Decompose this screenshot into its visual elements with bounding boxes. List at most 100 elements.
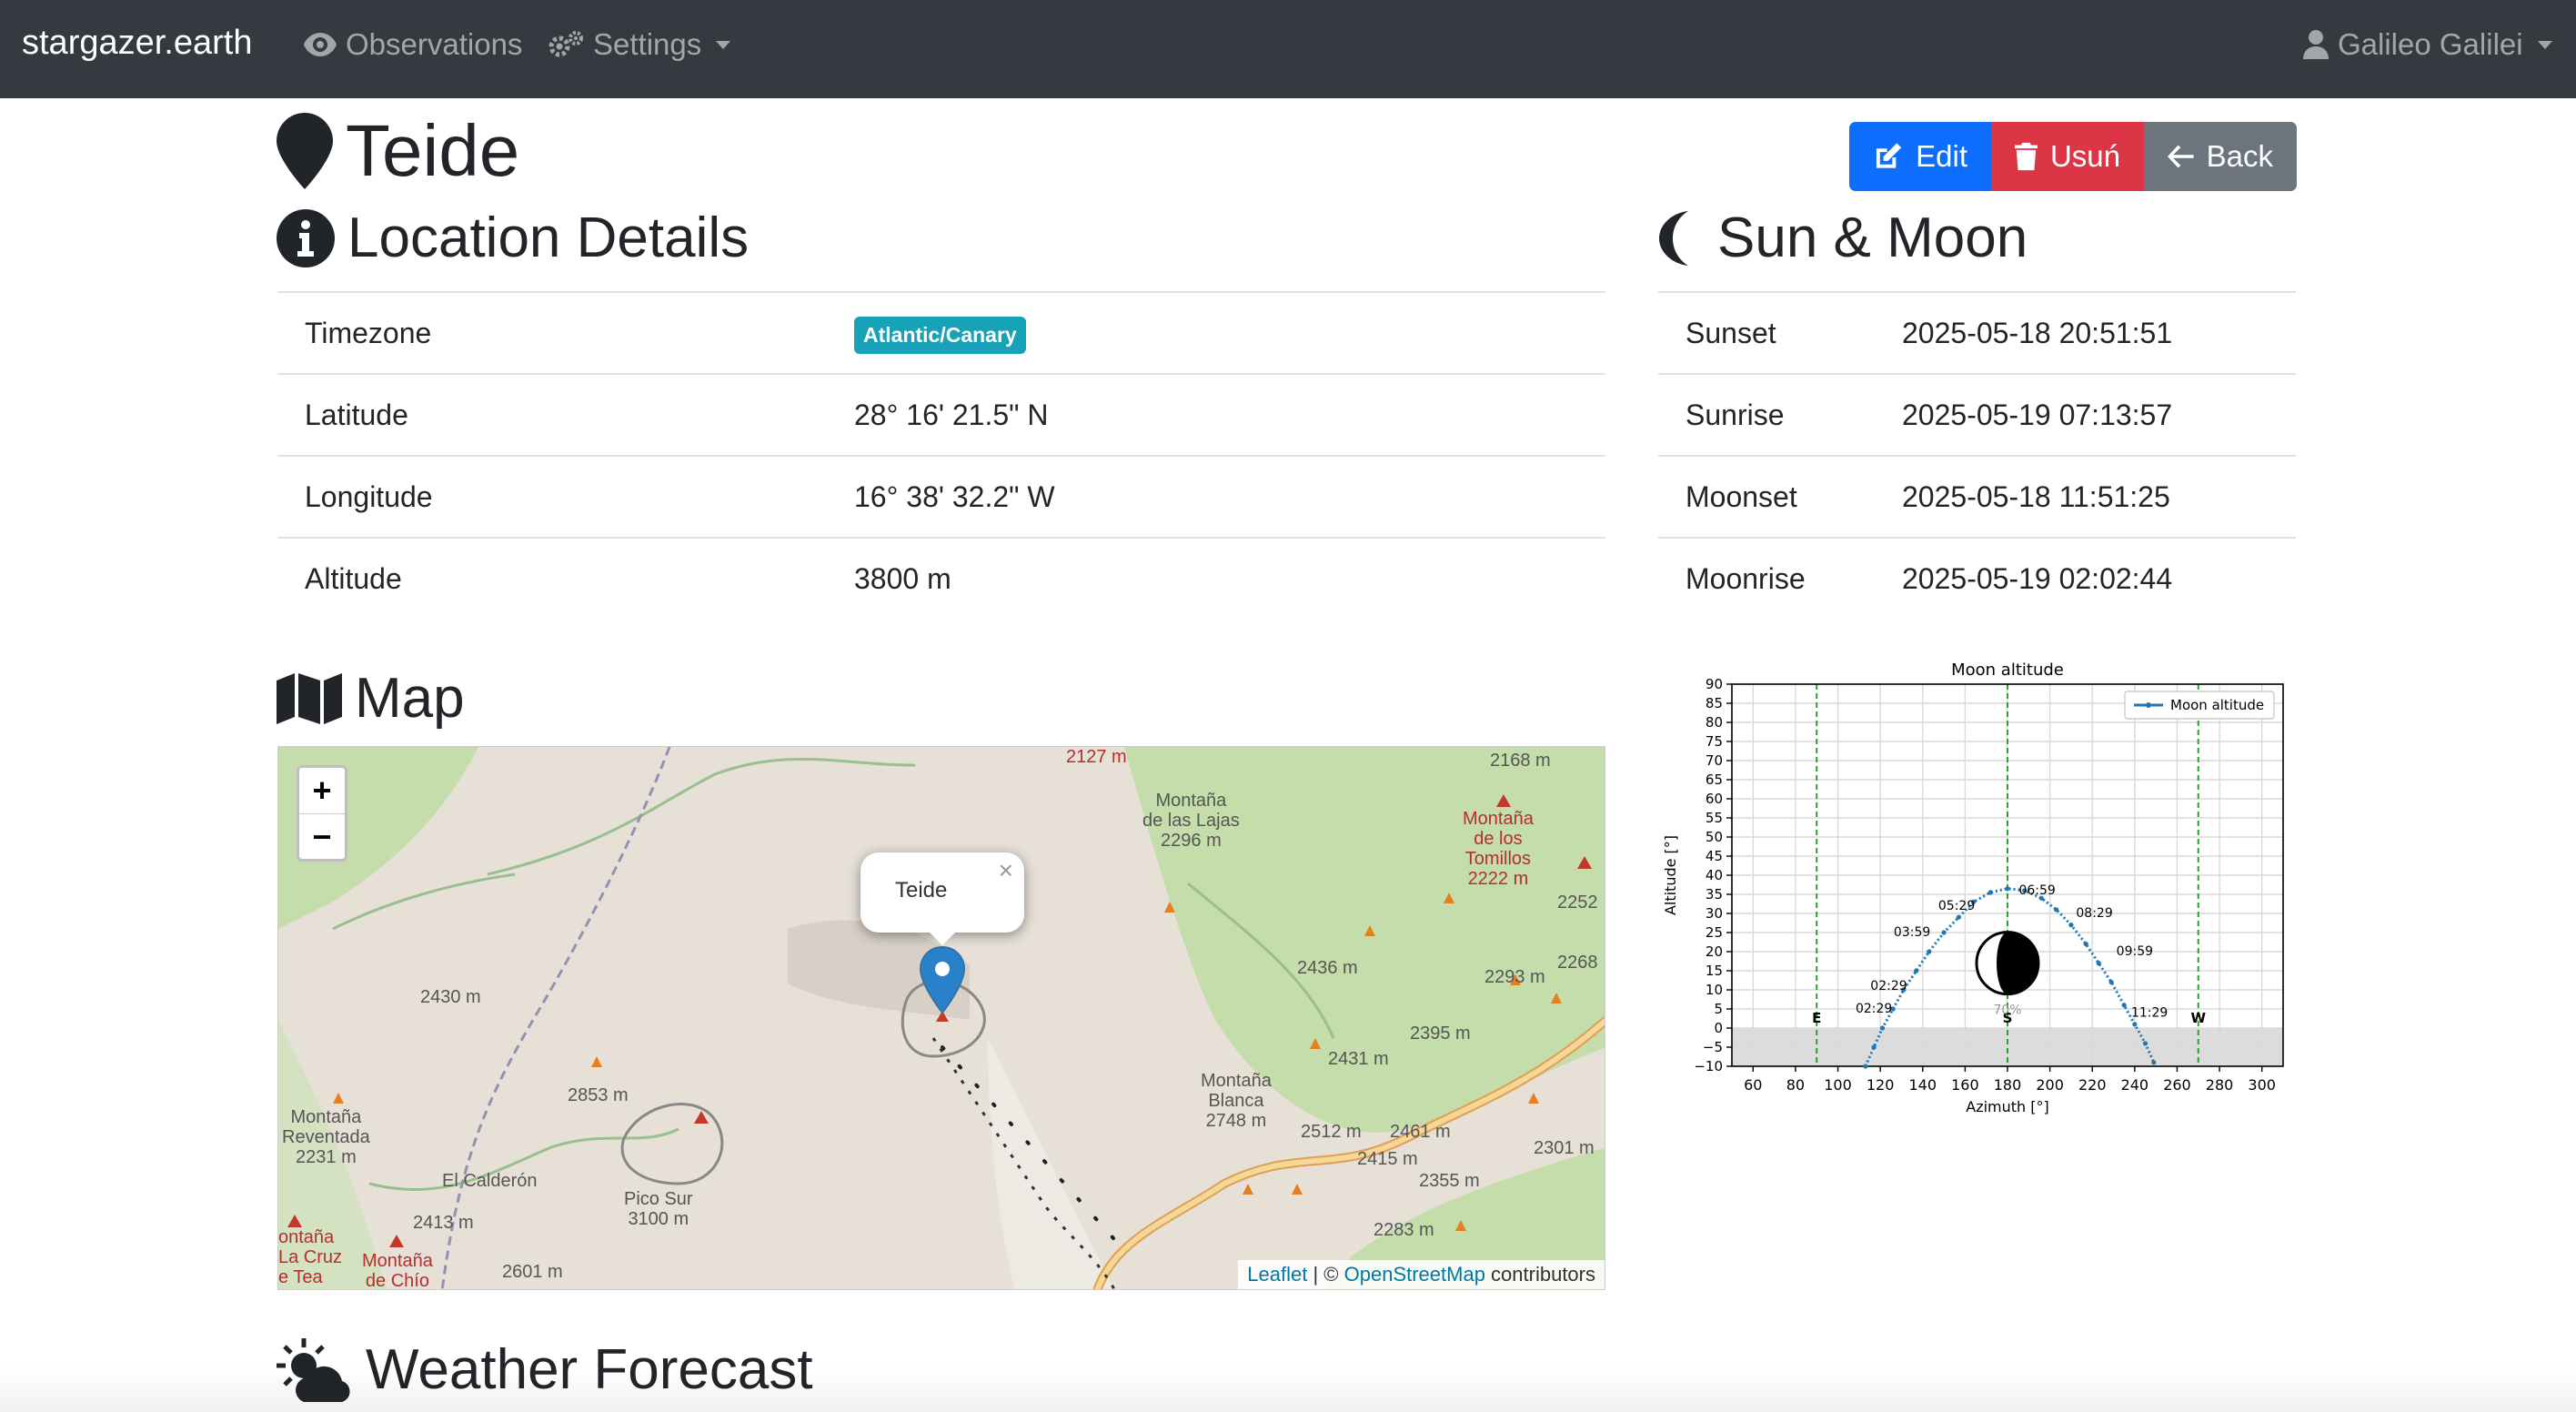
zoom-in-button[interactable]: +	[299, 768, 345, 813]
map-label: ontaña	[278, 1227, 335, 1247]
table-row: Altitude 3800 m	[277, 539, 1605, 620]
table-row: Sunset 2025-05-18 20:51:51	[1658, 293, 2296, 375]
map-label: La Cruz	[278, 1247, 343, 1267]
series-point	[2151, 1060, 2157, 1065]
nav-user-dropdown[interactable]: Galileo Galilei	[2303, 27, 2552, 62]
direction-label: W	[2190, 1010, 2206, 1026]
zoom-out-button[interactable]: −	[299, 813, 345, 859]
sun-moon-table: Sunset 2025-05-18 20:51:51 Sunrise 2025-…	[1658, 291, 2296, 620]
sun-moon-heading-text: Sun & Moon	[1717, 207, 2028, 269]
table-row: Latitude 28° 16' 21.5" N	[277, 375, 1605, 457]
map-label: 2436 m	[1297, 958, 1358, 978]
x-tick-label: 100	[1824, 1076, 1852, 1094]
nav-settings-dropdown[interactable]: Settings	[548, 27, 731, 62]
chart-title: Moon altitude	[1951, 661, 2064, 680]
x-tick-label: 240	[2121, 1076, 2149, 1094]
row-value: 28° 16' 21.5" N	[854, 398, 1049, 431]
y-tick-label: 20	[1706, 943, 1723, 960]
location-details-heading-text: Location Details	[347, 207, 750, 269]
delete-button-label: Usuń	[2049, 139, 2120, 173]
series-point	[1914, 968, 1919, 973]
close-icon[interactable]: ×	[999, 856, 1013, 885]
series-point	[2068, 923, 2074, 928]
time-label: 05:29	[1938, 899, 1975, 913]
time-label: 06:59	[2018, 883, 2055, 898]
series-point	[2005, 886, 2010, 892]
series-point	[1956, 914, 1961, 920]
openstreetmap-link[interactable]: OpenStreetMap	[1344, 1263, 1485, 1286]
action-button-group: Edit Usuń Back	[1849, 122, 2297, 191]
map-label-tomillos: Montaña de los Tomillos 2222 m	[1463, 809, 1534, 889]
row-key: Moonset	[1685, 480, 1797, 513]
row-key: Sunrise	[1685, 398, 1785, 431]
table-row: Sunrise 2025-05-19 07:13:57	[1658, 375, 2296, 457]
map-label: 2853 m	[568, 1085, 629, 1105]
y-tick-label: 60	[1706, 791, 1723, 807]
moon-phase-label: 70%	[1993, 1004, 2021, 1018]
x-tick-label: 220	[2078, 1076, 2107, 1094]
series-point	[2054, 907, 2059, 913]
series-point	[2083, 942, 2088, 947]
map-label: 2168 m	[1490, 751, 1551, 771]
y-tick-label: 0	[1714, 1020, 1723, 1036]
back-button-label: Back	[2206, 139, 2273, 173]
moon-icon	[1659, 210, 1688, 266]
series-point	[1879, 1025, 1886, 1031]
chevron-down-icon	[2537, 40, 2552, 49]
x-axis-label: Azimuth [°]	[1966, 1098, 2049, 1115]
map-label: Blanca	[1208, 1091, 1264, 1111]
row-value: 16° 38' 32.2" W	[854, 480, 1055, 513]
delete-button[interactable]: Usuń	[1991, 122, 2144, 191]
edit-icon	[1876, 143, 1902, 168]
edit-button-label: Edit	[1916, 139, 1967, 173]
map-label: 2461 m	[1390, 1122, 1451, 1142]
map-label: 2512 m	[1301, 1122, 1362, 1142]
map-label: 2222 m	[1467, 869, 1529, 889]
map-label-reventada: Montaña Reventada 2231 m	[282, 1107, 370, 1167]
map-label: 2431 m	[1328, 1049, 1389, 1069]
series-point	[1941, 930, 1947, 935]
map-label: 2413 m	[413, 1213, 474, 1233]
map-label: Montaña	[290, 1107, 362, 1127]
y-tick-label: 5	[1714, 1001, 1723, 1017]
user-icon	[2303, 30, 2329, 59]
x-tick-label: 60	[1744, 1076, 1762, 1094]
brand-link[interactable]: stargazer.earth	[22, 24, 252, 63]
map-label: Montaña	[1155, 791, 1227, 811]
time-label: 02:29	[1856, 1002, 1892, 1016]
back-button[interactable]: Back	[2144, 122, 2297, 191]
y-axis-label: Altitude [°]	[1662, 835, 1679, 915]
map-label: 2293 m	[1484, 967, 1545, 987]
nav-observations-label: Observations	[346, 27, 523, 61]
leaflet-link[interactable]: Leaflet	[1247, 1263, 1307, 1286]
attribution-separator: | ©	[1307, 1263, 1344, 1286]
series-point	[1927, 949, 1932, 954]
table-row: Moonset 2025-05-18 11:51:25	[1658, 457, 2296, 539]
x-tick-label: 300	[2248, 1076, 2276, 1094]
y-tick-label: 90	[1706, 676, 1723, 692]
map-label: Montaña	[1201, 1071, 1272, 1091]
edit-button[interactable]: Edit	[1849, 122, 1991, 191]
map-popup-tip	[926, 929, 959, 945]
y-tick-label: 70	[1706, 752, 1723, 769]
map-popup: Teide ×	[860, 852, 1024, 933]
map-attribution: Leaflet | © OpenStreetMap contributors	[1238, 1260, 1605, 1289]
y-tick-label: 30	[1706, 905, 1723, 922]
y-tick-label: 35	[1706, 886, 1723, 903]
map-view[interactable]: 2127 m 2168 m Montaña de las Lajas 2296 …	[277, 746, 1605, 1290]
bottom-fade	[0, 1365, 2576, 1412]
row-key: Timezone	[305, 317, 432, 349]
map-label: 2355 m	[1419, 1171, 1480, 1191]
nav-observations[interactable]: Observations	[304, 27, 522, 62]
y-tick-label: 50	[1706, 829, 1723, 845]
map-label: 2430 m	[420, 987, 481, 1007]
series-point	[1871, 1044, 1877, 1050]
x-tick-label: 200	[2036, 1076, 2064, 1094]
map-label: Montaña	[1463, 809, 1534, 829]
map-label: Montaña	[362, 1251, 433, 1271]
direction-label: E	[1812, 1010, 1821, 1026]
series-point	[1863, 1064, 1868, 1069]
map-label-lajas: Montaña de las Lajas 2296 m	[1142, 791, 1240, 851]
series-point	[2096, 961, 2101, 966]
map-label: 2268	[1557, 953, 1598, 973]
